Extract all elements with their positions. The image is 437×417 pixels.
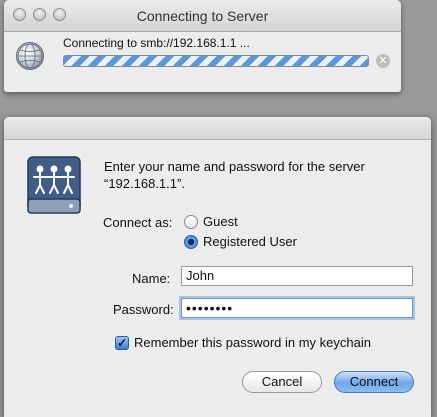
login-dialog: Enter your name and password for the ser…: [4, 117, 431, 417]
dialog-message: Enter your name and password for the ser…: [104, 158, 365, 192]
message-line-2: “192.168.1.1”.: [104, 176, 185, 191]
window-title: Connecting to Server: [136, 8, 269, 24]
registered-user-radio[interactable]: [184, 235, 198, 249]
connection-status-text: Connecting to smb://192.168.1.1 ...: [63, 36, 250, 50]
registered-user-label[interactable]: Registered User: [203, 234, 297, 249]
dialog-top-bar: [4, 117, 431, 140]
stop-icon[interactable]: ✕: [376, 54, 390, 68]
message-line-1: Enter your name and password for the ser…: [104, 159, 365, 174]
remember-password-checkbox[interactable]: ✓: [115, 336, 129, 350]
guest-radio[interactable]: [184, 215, 198, 229]
cancel-button[interactable]: Cancel: [242, 371, 322, 393]
password-label: Password:: [113, 302, 174, 317]
title-bar: Connecting to Server: [4, 0, 401, 32]
name-field[interactable]: John: [181, 266, 413, 286]
name-label: Name:: [132, 271, 171, 286]
connecting-window: Connecting to Server Connecting to smb:/…: [4, 0, 401, 92]
globe-icon: [16, 42, 44, 70]
remember-password-label[interactable]: Remember this password in my keychain: [134, 335, 371, 350]
connect-as-label: Connect as:: [103, 215, 173, 230]
connect-button[interactable]: Connect: [334, 371, 414, 393]
connection-progress-bar: [63, 55, 369, 67]
password-field[interactable]: ••••••••: [181, 298, 413, 318]
shared-server-icon: [27, 156, 81, 214]
guest-label[interactable]: Guest: [203, 214, 238, 229]
